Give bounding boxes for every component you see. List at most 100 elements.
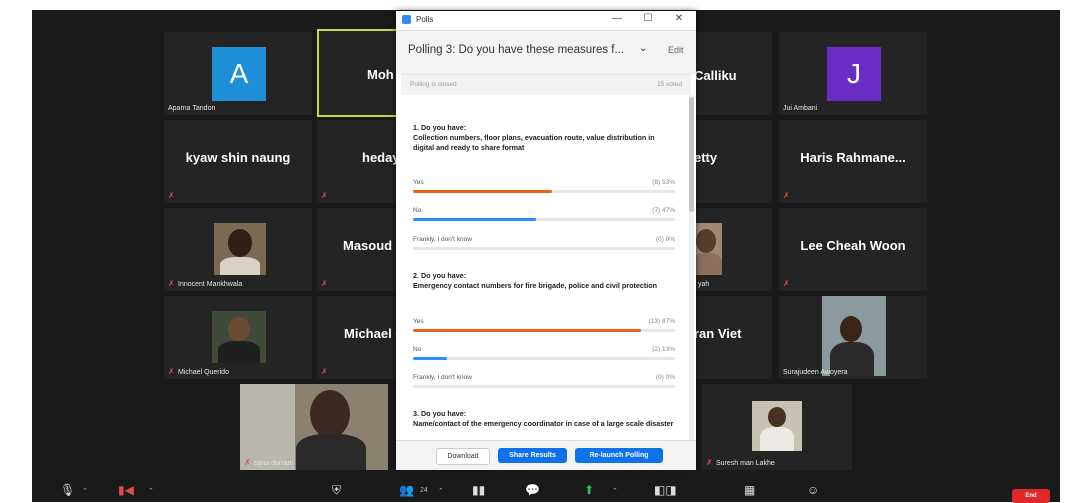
- participant-name: Jui Ambani: [783, 105, 818, 112]
- avatar: A: [212, 47, 266, 101]
- window-titlebar: Polls — ☐ ✕: [396, 11, 696, 31]
- polls-icon[interactable]: ▮▮: [472, 483, 485, 497]
- question-title: 3. Do you have: Name/contact of the emer…: [413, 409, 674, 428]
- option-row: Yes (13) 87%: [413, 318, 675, 336]
- option-row: No (2) 13%: [413, 346, 675, 364]
- question-1: 1. Do you have: Collection numbers, floo…: [413, 123, 675, 250]
- participant-name-large: Moh: [367, 67, 394, 82]
- mic-muted-icon: ✗: [783, 191, 790, 200]
- security-icon[interactable]: ⛨: [332, 483, 341, 498]
- chevron-down-icon[interactable]: ⌄: [639, 43, 647, 54]
- option-result: (0) 0%: [655, 374, 675, 381]
- mic-muted-icon: ✗: [783, 279, 790, 288]
- result-bar: [413, 218, 537, 221]
- reactions-icon[interactable]: ☺: [807, 483, 819, 497]
- option-label: Yes: [413, 318, 424, 325]
- microphone-icon[interactable]: 🎙: [60, 483, 75, 497]
- scrollbar[interactable]: [689, 95, 694, 440]
- zoom-app-icon: [402, 15, 411, 24]
- option-label: No: [413, 207, 422, 214]
- edit-button[interactable]: Edit: [668, 45, 684, 55]
- chat-icon[interactable]: 💬: [525, 483, 540, 497]
- poll-footer: Download Share Results Re-launch Polling: [396, 440, 696, 470]
- participant-tile-sana[interactable]: ✗ sana durrani: [240, 384, 388, 470]
- option-label: Frankly, I don't know: [413, 236, 472, 243]
- mic-muted-icon: ✗: [168, 191, 175, 200]
- chevron-up-icon[interactable]: ⌃: [82, 487, 88, 495]
- participant-video: [212, 311, 266, 363]
- question-title: 2. Do you have: Emergency contact number…: [413, 271, 658, 290]
- download-button[interactable]: Download: [436, 448, 490, 465]
- mic-muted-icon: ✗: [321, 191, 328, 200]
- result-bar: [413, 357, 448, 360]
- option-row: Frankly, I don't know (0) 0%: [413, 236, 675, 254]
- vote-count: 15 voted: [657, 81, 682, 88]
- question-3: 3. Do you have: Name/contact of the emer…: [413, 409, 675, 429]
- mic-muted-icon: ✗: [168, 367, 175, 376]
- participant-name-large: Lee Cheah Woon: [800, 238, 906, 253]
- participant-tile-surajudeen[interactable]: Surajudeen Awoyera: [779, 296, 927, 379]
- avatar: J: [827, 47, 881, 101]
- minimize-button[interactable]: —: [610, 13, 624, 24]
- participant-video: [240, 384, 388, 470]
- participant-video: [692, 223, 722, 275]
- mic-muted-icon: ✗: [706, 458, 713, 467]
- participant-tile-lee[interactable]: Lee Cheah Woon ✗: [779, 208, 927, 291]
- scrollbar-thumb[interactable]: [689, 97, 694, 212]
- poll-results: 1. Do you have: Collection numbers, floo…: [401, 95, 688, 440]
- video-off-icon[interactable]: ▮◀: [118, 483, 134, 497]
- participants-icon[interactable]: 👥: [399, 483, 414, 497]
- option-result: (13) 87%: [648, 318, 675, 325]
- option-row: No (7) 47%: [413, 207, 675, 225]
- question-title: 1. Do you have: Collection numbers, floo…: [413, 123, 655, 152]
- participant-name: Aparna Tandon: [168, 105, 216, 112]
- participant-name: Suresh man Lakhe: [716, 460, 775, 467]
- meeting-toolbar: 🎙 ⌃ ▮◀ ⌃ ⛨ 👥 24 ⌃ ▮▮ 💬 ⬆ ⌃ ◧◨ ▦ ☺ End: [32, 480, 1060, 503]
- share-screen-icon[interactable]: ⬆: [584, 483, 594, 497]
- participant-name-large: etty: [694, 150, 718, 165]
- participant-tile-suresh[interactable]: ✗ Suresh man Lakhe: [702, 384, 852, 470]
- share-results-button[interactable]: Share Results: [498, 448, 567, 463]
- option-row: Yes (8) 53%: [413, 179, 675, 197]
- poll-status: Polling is closed: [410, 81, 457, 88]
- participant-name-large: Masoud: [343, 238, 393, 253]
- participant-name: yah: [698, 281, 710, 288]
- option-result: (0) 0%: [655, 236, 675, 243]
- participant-video: [822, 296, 886, 376]
- poll-header: Polling 3: Do you have these measures f.…: [396, 31, 696, 74]
- result-bar: [413, 190, 552, 193]
- participant-name: Surajudeen Awoyera: [783, 369, 848, 376]
- option-label: Frankly, I don't know: [413, 374, 472, 381]
- participant-tile-kyaw[interactable]: kyaw shin naung ✗: [164, 120, 312, 203]
- participant-name-large: ran Viet: [694, 326, 742, 341]
- participant-tile-jui[interactable]: J Jui Ambani: [779, 32, 927, 115]
- participants-count: 24: [420, 487, 428, 494]
- mic-muted-icon: ✗: [321, 279, 328, 288]
- mic-muted-icon: ✗: [321, 367, 328, 376]
- record-icon[interactable]: ◧◨: [654, 483, 677, 497]
- participant-name: Michael Querido: [178, 369, 229, 376]
- close-button[interactable]: ✕: [672, 13, 686, 24]
- participant-video: [752, 401, 802, 451]
- participant-tile-michael-q[interactable]: ✗ Michael Querido: [164, 296, 312, 379]
- chevron-up-icon[interactable]: ⌃: [438, 487, 444, 495]
- poll-selector[interactable]: Polling 3: Do you have these measures f.…: [408, 44, 624, 56]
- mic-muted-icon: ✗: [168, 279, 175, 288]
- breakout-rooms-icon[interactable]: ▦: [744, 483, 755, 497]
- participant-name: Innocent Mankhwala: [178, 281, 243, 288]
- end-meeting-button[interactable]: End: [1012, 489, 1050, 503]
- participant-tile-innocent[interactable]: ✗ Innocent Mankhwala: [164, 208, 312, 291]
- chevron-up-icon[interactable]: ⌃: [612, 487, 618, 495]
- maximize-button[interactable]: ☐: [641, 13, 655, 24]
- participant-name-large: kyaw shin naung: [185, 150, 291, 165]
- option-result: (7) 47%: [652, 207, 675, 214]
- option-label: Yes: [413, 179, 424, 186]
- relaunch-polling-button[interactable]: Re-launch Polling: [575, 448, 663, 463]
- participant-tile-haris[interactable]: Haris Rahmane... ✗: [779, 120, 927, 203]
- participant-name: sana durrani: [254, 460, 293, 467]
- chevron-up-icon[interactable]: ⌃: [148, 487, 154, 495]
- participant-tile-aparna[interactable]: A Aparna Tandon: [164, 32, 312, 115]
- participant-name-large: Haris Rahmane...: [800, 150, 906, 165]
- option-result: (8) 53%: [652, 179, 675, 186]
- participant-name-large: Calliku: [694, 68, 737, 83]
